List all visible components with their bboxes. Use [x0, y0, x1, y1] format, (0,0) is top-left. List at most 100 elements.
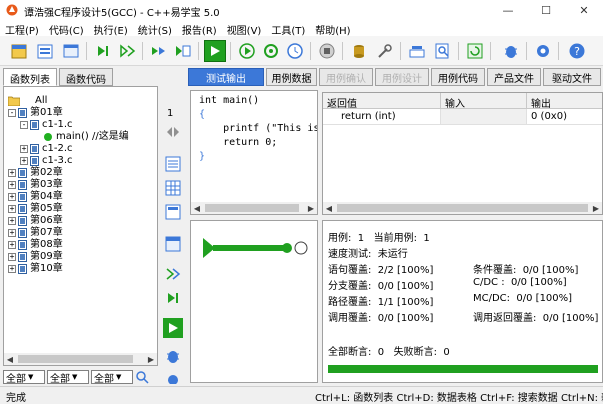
tree-item-chapter[interactable]: - 第01章 — [8, 107, 63, 119]
run-side-icon[interactable] — [163, 318, 183, 338]
tab-case-confirm[interactable]: 用例确认 — [319, 68, 373, 86]
filter-select-3[interactable]: 全部 ▼ — [91, 370, 133, 384]
scroll-right-icon[interactable]: ▶ — [145, 353, 157, 365]
expand-icon[interactable]: + — [8, 181, 16, 189]
tree-item-all[interactable]: All — [8, 95, 47, 107]
scroll-thumb[interactable] — [205, 204, 299, 212]
stop-icon[interactable] — [316, 40, 338, 62]
expand-icon[interactable]: + — [8, 265, 16, 273]
maximize-button[interactable]: ☐ — [527, 0, 565, 20]
open-project-icon[interactable] — [34, 40, 56, 62]
tree-horizontal-scrollbar[interactable]: ◀ ▶ — [4, 353, 157, 365]
scroll-right-icon[interactable]: ▶ — [590, 202, 602, 214]
menu-report[interactable]: 报告(R) — [177, 20, 222, 37]
tree-item-chapter[interactable]: + 第10章 — [8, 263, 63, 275]
step-over-side-icon[interactable] — [163, 264, 183, 284]
tree-item-chapter[interactable]: + 第04章 — [8, 191, 63, 203]
tree-item-function[interactable]: main() //这是编 — [44, 131, 129, 143]
menu-code[interactable]: 代码(C) — [44, 20, 89, 37]
run-all-icon[interactable] — [148, 40, 170, 62]
bug-icon[interactable] — [500, 40, 522, 62]
tab-case-data[interactable]: 用例数据 — [266, 68, 317, 86]
tree-item-file[interactable]: + c1-2.c — [20, 143, 73, 155]
collapse-icon[interactable]: - — [20, 121, 28, 129]
refresh-icon[interactable] — [464, 40, 486, 62]
tree-item-chapter[interactable]: + 第03章 — [8, 179, 63, 191]
database-icon[interactable] — [348, 40, 370, 62]
tree-item-file[interactable]: + c1-3.c — [20, 155, 73, 167]
menu-execute[interactable]: 执行(E) — [89, 20, 133, 37]
scroll-right-icon[interactable]: ▶ — [305, 202, 317, 214]
collapse-pane-icon[interactable] — [163, 122, 183, 142]
column-header-input[interactable]: 输入 — [441, 93, 527, 110]
scroll-thumb[interactable] — [18, 355, 133, 363]
tree-item-file[interactable]: - c1-1.c — [20, 119, 73, 131]
table-cell[interactable] — [441, 109, 527, 125]
expand-icon[interactable]: + — [8, 253, 16, 261]
grid-view-icon[interactable] — [163, 178, 183, 198]
tab-function-list[interactable]: 函数列表 — [3, 68, 57, 86]
tree-item-chapter[interactable]: + 第08章 — [8, 239, 63, 251]
menu-view[interactable]: 视图(V) — [222, 20, 267, 37]
tree-item-chapter[interactable]: + 第05章 — [8, 203, 63, 215]
scroll-left-icon[interactable]: ◀ — [323, 202, 335, 214]
filter-select-2[interactable]: 全部 ▼ — [47, 370, 89, 384]
menu-statistics[interactable]: 统计(S) — [133, 20, 177, 37]
step-over-icon[interactable] — [116, 40, 138, 62]
clock-icon[interactable] — [284, 40, 306, 62]
tree-item-chapter[interactable]: + 第09章 — [8, 251, 63, 263]
filter-search-icon[interactable] — [135, 370, 149, 384]
debug-side-icon[interactable] — [163, 346, 183, 366]
reload-icon[interactable] — [260, 40, 282, 62]
form-view-icon[interactable] — [163, 202, 183, 222]
expand-icon[interactable]: + — [8, 193, 16, 201]
new-project-icon[interactable] — [8, 40, 30, 62]
tree-item-chapter[interactable]: + 第06章 — [8, 215, 63, 227]
table-view-icon[interactable] — [163, 234, 183, 254]
table-cell[interactable]: return (int) — [323, 109, 441, 125]
step-side-icon[interactable] — [163, 288, 183, 308]
tool-icon[interactable] — [374, 40, 396, 62]
expand-icon[interactable]: + — [20, 157, 28, 165]
tree-item-chapter[interactable]: + 第07章 — [8, 227, 63, 239]
column-header-output[interactable]: 输出 — [527, 93, 602, 110]
expand-icon[interactable]: + — [20, 145, 28, 153]
tree-item-chapter[interactable]: + 第02章 — [8, 167, 63, 179]
expand-icon[interactable]: + — [8, 205, 16, 213]
code-horizontal-scrollbar[interactable]: ◀ ▶ — [191, 202, 317, 214]
tab-test-output[interactable]: 测试输出 — [188, 68, 264, 86]
table-cell[interactable]: 0 (0x0) — [527, 109, 602, 125]
menu-tools[interactable]: 工具(T) — [266, 20, 310, 37]
chart-icon[interactable] — [406, 40, 428, 62]
play-circle-icon[interactable] — [236, 40, 258, 62]
help-icon[interactable]: ? — [566, 40, 588, 62]
code-viewer[interactable]: int main() { printf ("This is return 0; … — [190, 90, 318, 215]
scroll-left-icon[interactable]: ◀ — [4, 353, 16, 365]
tab-function-code[interactable]: 函数代码 — [59, 68, 113, 86]
close-button[interactable]: ✕ — [565, 0, 603, 20]
scroll-left-icon[interactable]: ◀ — [191, 202, 203, 214]
table-horizontal-scrollbar[interactable]: ◀ ▶ — [323, 202, 602, 214]
expand-icon[interactable]: + — [8, 229, 16, 237]
column-header-return[interactable]: 返回值 — [323, 93, 441, 110]
menu-help[interactable]: 帮助(H) — [310, 20, 355, 37]
project-window-icon[interactable] — [60, 40, 82, 62]
expand-icon[interactable]: + — [8, 241, 16, 249]
scroll-thumb[interactable] — [337, 204, 588, 212]
tab-driver-file[interactable]: 驱动文件 — [543, 68, 601, 86]
expand-icon[interactable]: + — [8, 169, 16, 177]
play-icon[interactable] — [204, 40, 226, 62]
list-view-icon[interactable] — [163, 154, 183, 174]
tab-case-design[interactable]: 用例设计 — [375, 68, 429, 86]
run-case-icon[interactable] — [172, 40, 194, 62]
debug-side-icon-2[interactable] — [163, 368, 183, 388]
filter-select-1[interactable]: 全部 ▼ — [3, 370, 45, 384]
collapse-icon[interactable]: - — [8, 109, 16, 117]
tab-product-file[interactable]: 产品文件 — [487, 68, 541, 86]
minimize-button[interactable]: — — [489, 0, 527, 20]
search-icon[interactable] — [432, 40, 454, 62]
settings-icon[interactable] — [532, 40, 554, 62]
menu-project[interactable]: 工程(P) — [0, 20, 44, 37]
tab-case-code[interactable]: 用例代码 — [431, 68, 485, 86]
step-icon[interactable] — [92, 40, 114, 62]
